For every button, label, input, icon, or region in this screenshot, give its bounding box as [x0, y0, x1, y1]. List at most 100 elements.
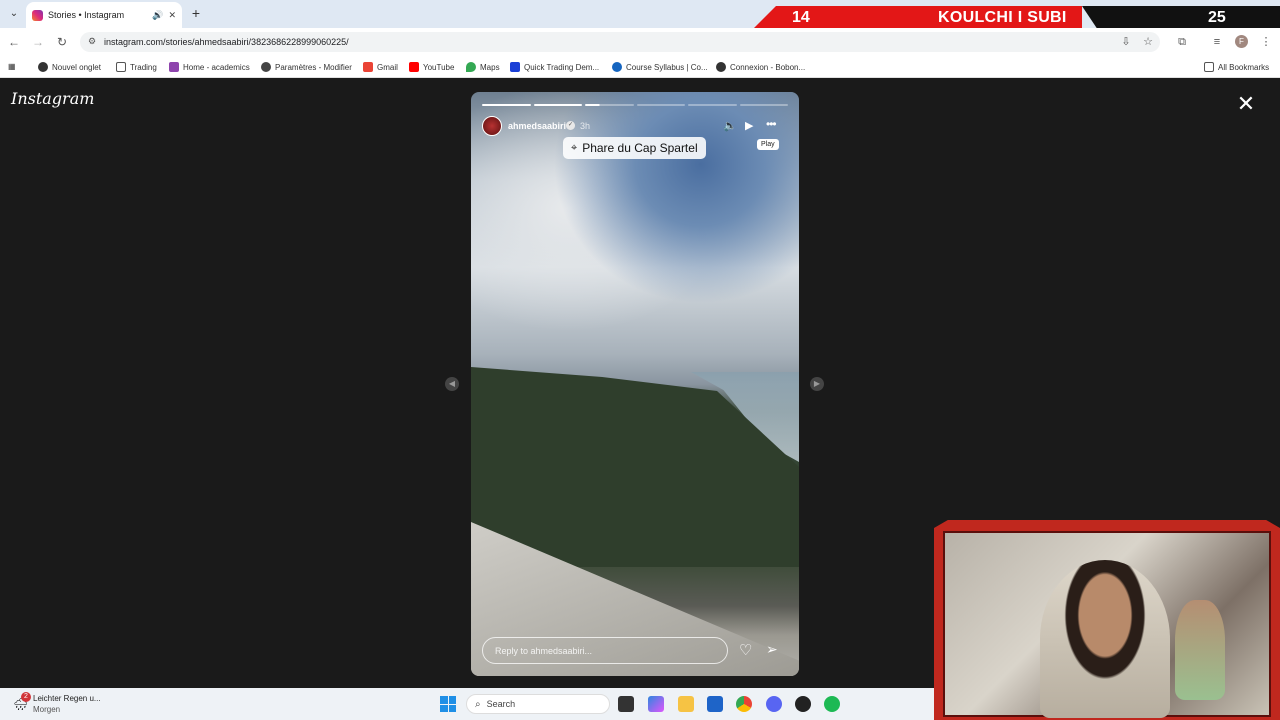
volume-icon[interactable]: 🔈	[723, 119, 737, 132]
bookmark-label: Maps	[480, 62, 500, 72]
bookmark-item[interactable]: Nouvel onglet	[38, 62, 101, 72]
bookmark-item[interactable]: YouTube	[409, 62, 454, 72]
search-icon: ⌕	[475, 698, 481, 710]
media-controls-icon[interactable]: ≡	[1209, 34, 1225, 50]
gmail-icon	[363, 62, 373, 72]
site-info-icon[interactable]: ⚙	[88, 36, 96, 47]
progress-segment	[533, 104, 582, 106]
verified-badge-icon: ✓	[566, 121, 575, 130]
tab-search-chevron-icon[interactable]: ⌄	[6, 6, 22, 22]
story-timestamp: 3h	[580, 121, 591, 131]
stream-banner-title: KOULCHI I SUBI	[938, 9, 1067, 26]
location-pin-icon: ⌖	[571, 141, 578, 154]
bookmark-item[interactable]: Maps	[466, 62, 500, 72]
bookmark-star-icon[interactable]: ☆	[1140, 34, 1156, 50]
youtube-icon	[409, 62, 419, 72]
all-bookmarks-label: All Bookmarks	[1218, 62, 1270, 72]
bookmark-label: Course Syllabus | Co...	[626, 62, 708, 72]
bookmark-item[interactable]: Course Syllabus | Co...	[612, 62, 708, 72]
bookmark-item[interactable]: Paramètres - Modifier	[261, 62, 352, 72]
copilot-icon[interactable]	[648, 696, 664, 712]
windows-start-icon[interactable]	[440, 696, 456, 712]
browser-tab[interactable]: Stories • Instagram 🔊 ✕	[26, 2, 182, 28]
weather-subtitle: Morgen	[33, 705, 61, 714]
course-icon	[612, 62, 622, 72]
extensions-icon[interactable]: ⧉	[1174, 34, 1190, 50]
instagram-favicon-icon	[32, 9, 43, 21]
bookmark-label: Nouvel onglet	[52, 62, 101, 72]
reload-button[interactable]: ↻	[54, 34, 70, 50]
bookmark-label: Quick Trading Dem...	[524, 62, 600, 72]
profile-avatar[interactable]: F	[1235, 35, 1248, 48]
trading-demo-icon	[510, 62, 520, 72]
spotify-icon[interactable]	[824, 696, 840, 712]
weather-title[interactable]: Leichter Regen u...	[33, 694, 101, 703]
folder-icon	[116, 62, 126, 72]
location-label: Phare du Cap Spartel	[582, 141, 698, 155]
bookmark-label: Connexion - Bobon...	[730, 62, 806, 72]
play-icon[interactable]: ▶	[745, 119, 753, 132]
menu-icon[interactable]: ⋮	[1258, 34, 1274, 50]
bookmark-label: Gmail	[377, 62, 398, 72]
avatar[interactable]	[482, 116, 502, 136]
heart-icon[interactable]: ♡	[739, 641, 752, 659]
discord-icon[interactable]	[766, 696, 782, 712]
progress-segment	[739, 104, 788, 106]
store-icon[interactable]	[707, 696, 723, 712]
task-view-icon[interactable]	[618, 696, 634, 712]
bookmark-label: YouTube	[423, 62, 455, 72]
bookmark-label: Home - academics	[183, 62, 250, 72]
academics-icon	[169, 62, 179, 72]
url-text[interactable]: instagram.com/stories/ahmedsaabiri/38236…	[104, 37, 349, 47]
notification-badge: 2	[21, 692, 31, 702]
bookmarks-bar: ▦ Nouvel onglet Trading Home - academics…	[0, 56, 1280, 78]
location-sticker[interactable]: ⌖ Phare du Cap Spartel	[563, 137, 706, 159]
progress-segment	[636, 104, 685, 106]
story-sky	[471, 92, 799, 382]
taskbar-search[interactable]: ⌕ Search	[466, 694, 610, 714]
story-username[interactable]: ahmedsaabiri	[508, 121, 566, 131]
instagram-logo[interactable]: Instagram	[11, 89, 94, 108]
bookmark-item[interactable]: Gmail	[363, 62, 398, 72]
webcam-person	[1040, 560, 1170, 718]
progress-segment	[688, 104, 737, 106]
bookmark-label: Paramètres - Modifier	[275, 62, 352, 72]
bookmark-label: Trading	[130, 62, 157, 72]
all-bookmarks[interactable]: All Bookmarks	[1204, 62, 1269, 72]
stream-right-score: 25	[1208, 9, 1226, 26]
next-story-button[interactable]: ▶	[810, 377, 824, 391]
file-explorer-icon[interactable]	[678, 696, 694, 712]
story-media[interactable]	[471, 92, 799, 676]
more-options-icon[interactable]: •••	[766, 117, 777, 131]
stream-left-score: 14	[792, 9, 810, 26]
forward-button[interactable]: →	[30, 34, 46, 50]
globe-icon	[716, 62, 726, 72]
back-button[interactable]: ←	[6, 34, 22, 50]
apps-grid-icon[interactable]: ▦	[8, 62, 16, 71]
story-progress-bar	[482, 104, 788, 106]
close-tab-icon[interactable]: ✕	[168, 10, 176, 21]
bookmark-item[interactable]: Connexion - Bobon...	[716, 62, 805, 72]
play-tooltip: Play	[757, 139, 779, 150]
chrome-icon[interactable]	[736, 696, 752, 712]
obs-icon[interactable]	[795, 696, 811, 712]
gear-icon	[261, 62, 271, 72]
previous-story-button[interactable]: ◀	[445, 377, 459, 391]
tab-title: Stories • Instagram	[48, 10, 125, 20]
reply-input[interactable]: Reply to ahmedsaabiri...	[482, 637, 728, 664]
bookmark-folder[interactable]: Trading	[116, 62, 157, 72]
globe-icon	[38, 62, 48, 72]
search-label: Search	[486, 699, 516, 709]
bookmark-item[interactable]: Quick Trading Dem...	[510, 62, 599, 72]
bookmark-item[interactable]: Home - academics	[169, 62, 250, 72]
progress-segment	[482, 104, 531, 106]
maps-icon	[466, 62, 476, 72]
send-icon[interactable]: ➢	[766, 641, 778, 658]
close-icon[interactable]: ✕	[1236, 93, 1256, 115]
stream-score-banner-right	[1082, 6, 1280, 30]
webcam-hand	[1175, 600, 1225, 700]
new-tab-button[interactable]: +	[188, 5, 204, 21]
speaker-icon[interactable]: 🔊	[152, 10, 163, 21]
install-app-icon[interactable]: ⇩	[1118, 34, 1134, 50]
folder-icon	[1204, 62, 1214, 72]
